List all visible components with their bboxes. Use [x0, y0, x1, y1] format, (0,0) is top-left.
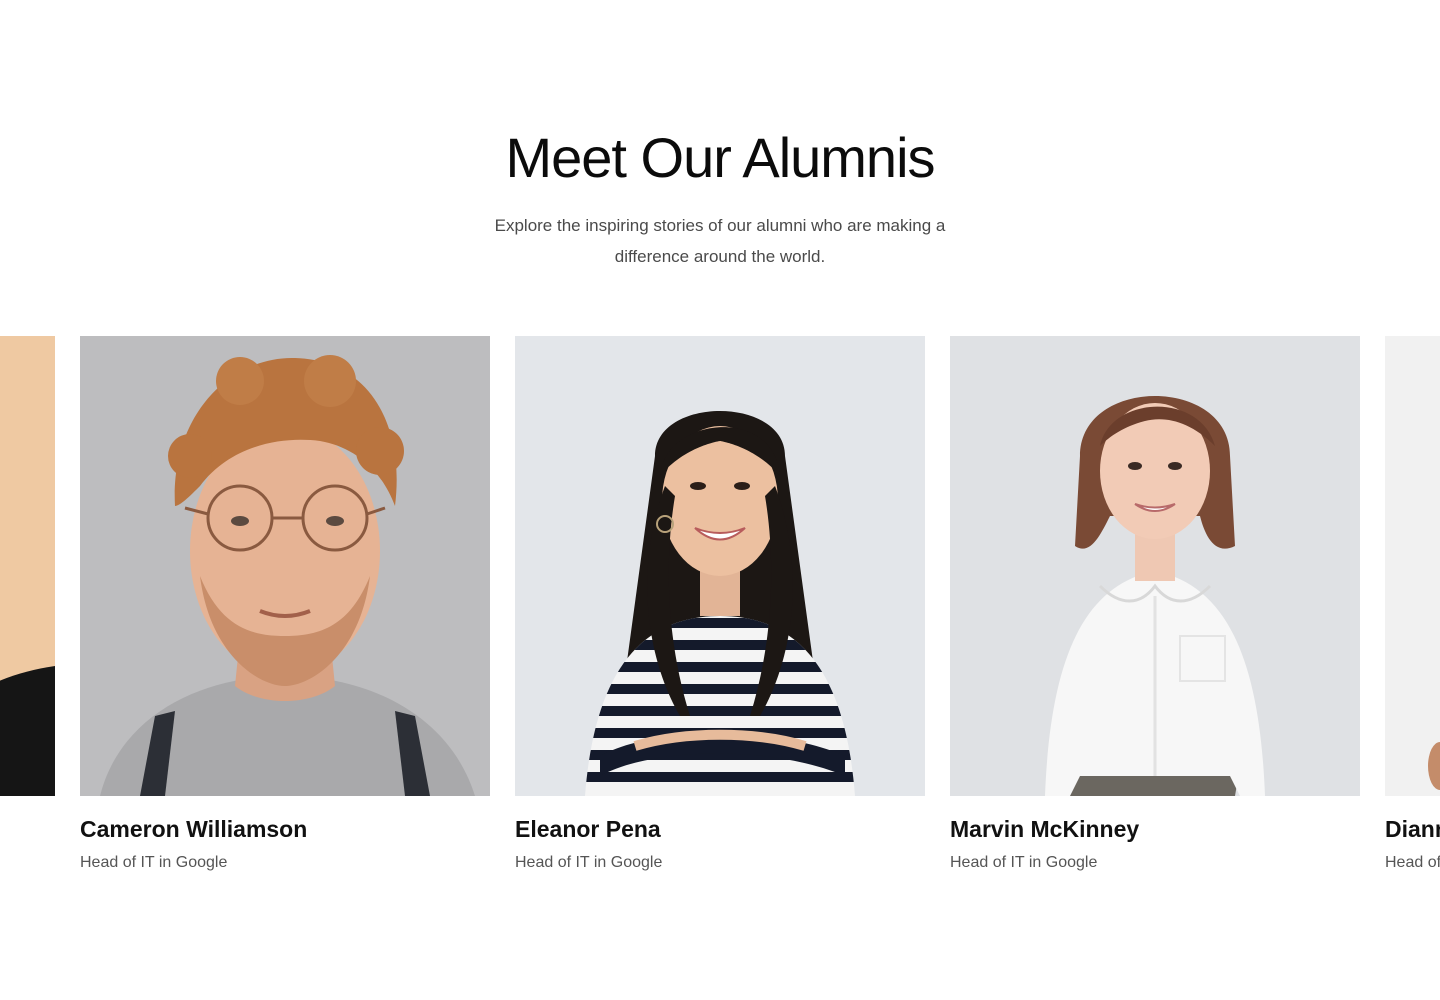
alumni-name: Dianne [1385, 816, 1440, 842]
alumni-section: Meet Our Alumnis Explore the inspiring s… [0, 0, 1440, 1000]
alumni-role: Head of IT in Google [80, 854, 228, 871]
alumni-card[interactable] [0, 336, 55, 796]
alumni-photo [950, 336, 1360, 796]
section-subtitle: Explore the inspiring stories of our alu… [494, 216, 946, 266]
alumni-name: Cameron Williamson [80, 816, 308, 842]
alumni-role: Head of IT in Google [950, 854, 1098, 871]
alumni-photo [515, 336, 925, 796]
alumni-card[interactable]: Marvin McKinney Head of IT in Google [950, 336, 1360, 871]
alumni-card[interactable]: Eleanor Pena Head of IT in Google [515, 336, 925, 871]
alumni-card[interactable]: Cameron Williamson Head of IT in Google [80, 336, 490, 871]
section-title: Meet Our Alumnis [505, 126, 935, 189]
alumni-name: Marvin McKinney [950, 816, 1140, 842]
alumni-photo [1385, 336, 1440, 796]
alumni-role: Head of IT in Google [515, 854, 663, 871]
alumni-photo [0, 336, 55, 796]
alumni-carousel[interactable]: Cameron Williamson Head of IT in Google [0, 336, 1440, 896]
alumni-card[interactable]: Dianne Head of IT in Google [1385, 336, 1440, 871]
alumni-name: Eleanor Pena [515, 816, 661, 842]
alumni-role: Head of IT in Google [1385, 854, 1440, 871]
alumni-photo [80, 336, 490, 796]
